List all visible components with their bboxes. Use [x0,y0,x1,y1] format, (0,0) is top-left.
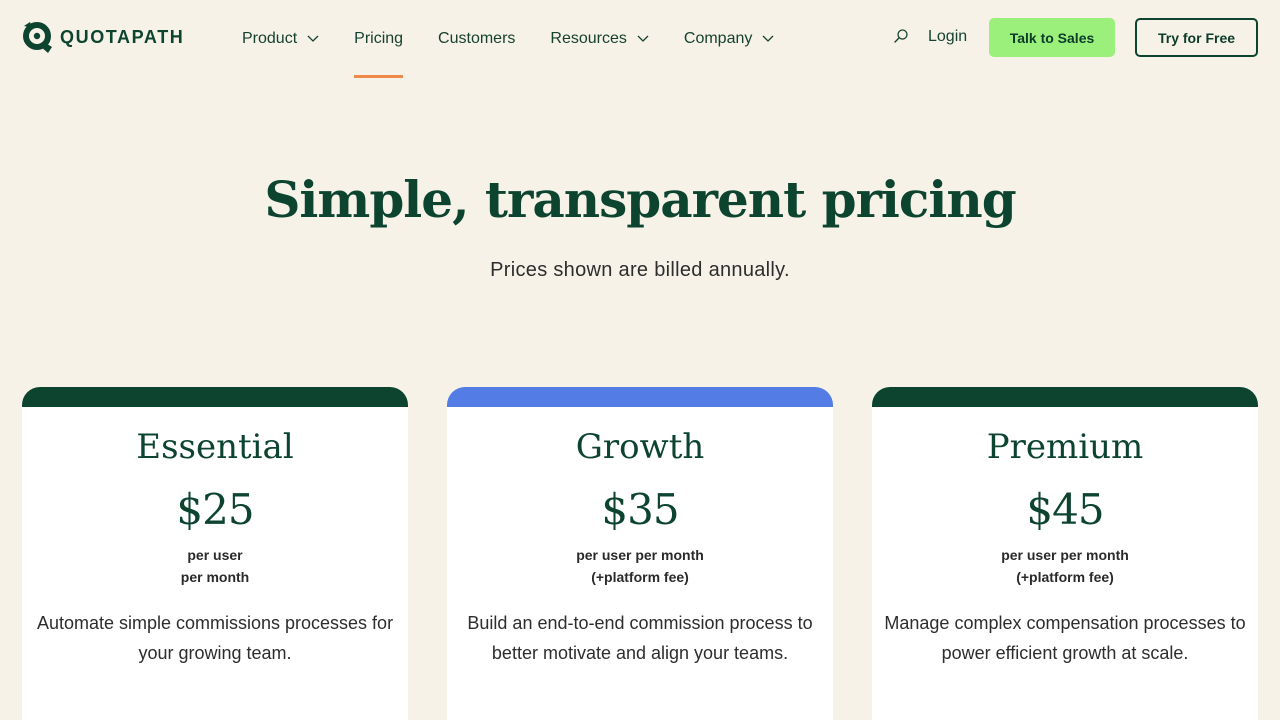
plan-price: $25 [176,485,254,534]
plan-name: Growth [575,427,705,467]
logo[interactable]: QUOTAPATH [22,20,184,54]
nav-item-label: Pricing [354,30,404,47]
plan-description: Manage complex compensation processes to… [884,613,1246,663]
search-icon[interactable] [893,28,909,44]
nav-item-label: Resources [550,30,627,47]
chevron-down-icon [762,35,774,42]
plan-unit-line: (+platform fee) [1016,569,1114,585]
page-title: Simple, transparent pricing [264,170,1016,229]
plan-price-unit: per user per month (+platform fee) [447,544,833,588]
page-subtitle: Prices shown are billed annually. [490,259,790,281]
plan-card-top-bar [22,387,408,407]
plan-unit-line: per month [180,569,250,585]
nav-item-label: Company [683,30,753,47]
nav-item-label: Product [242,30,298,47]
plan-card-top-bar [872,387,1258,407]
login-link[interactable]: Login [928,28,967,46]
plan-name: Premium [986,427,1144,467]
brand-name: QUOTAPATH [60,26,185,47]
quotapath-logo-icon [23,22,52,53]
plan-description: Build an end-to-end commission process t… [467,613,813,663]
nav-item-company[interactable]: Company [684,0,774,78]
plan-card-top-bar [447,387,833,407]
nav-item-pricing[interactable]: Pricing [354,0,403,78]
nav-item-resources[interactable]: Resources [550,0,649,78]
main-nav: Product Pricing Customers Resources Comp… [242,0,809,78]
plan-price-unit: per user per month (+platform fee) [872,544,1258,588]
chevron-down-icon [637,35,649,42]
chevron-down-icon [307,35,319,42]
plan-card-growth: Growth $35 per user per month (+platform… [447,387,833,720]
plan-description: Automate simple commissions processes fo… [36,613,394,663]
nav-item-customers[interactable]: Customers [438,0,515,78]
plan-card-essential: Essential $25 per user per month Automat… [22,387,408,720]
plan-unit-line: per user per month [1001,547,1129,563]
nav-item-product[interactable]: Product [242,0,319,78]
plan-unit-line: per user per month [576,547,704,563]
site-header: QUOTAPATH Product Pricing Customers Reso… [0,0,1280,78]
plan-price-unit: per user per month [22,544,408,588]
talk-to-sales-button[interactable]: Talk to Sales [989,18,1115,57]
plan-unit-line: per user [187,547,243,563]
plan-price: $45 [1026,485,1104,534]
plan-price: $35 [601,485,679,534]
plan-unit-line: (+platform fee) [591,569,689,585]
nav-item-label: Customers [438,30,516,47]
plan-name: Essential [136,427,294,467]
try-for-free-button[interactable]: Try for Free [1135,18,1258,57]
plan-card-premium: Premium $45 per user per month (+platfor… [872,387,1258,720]
